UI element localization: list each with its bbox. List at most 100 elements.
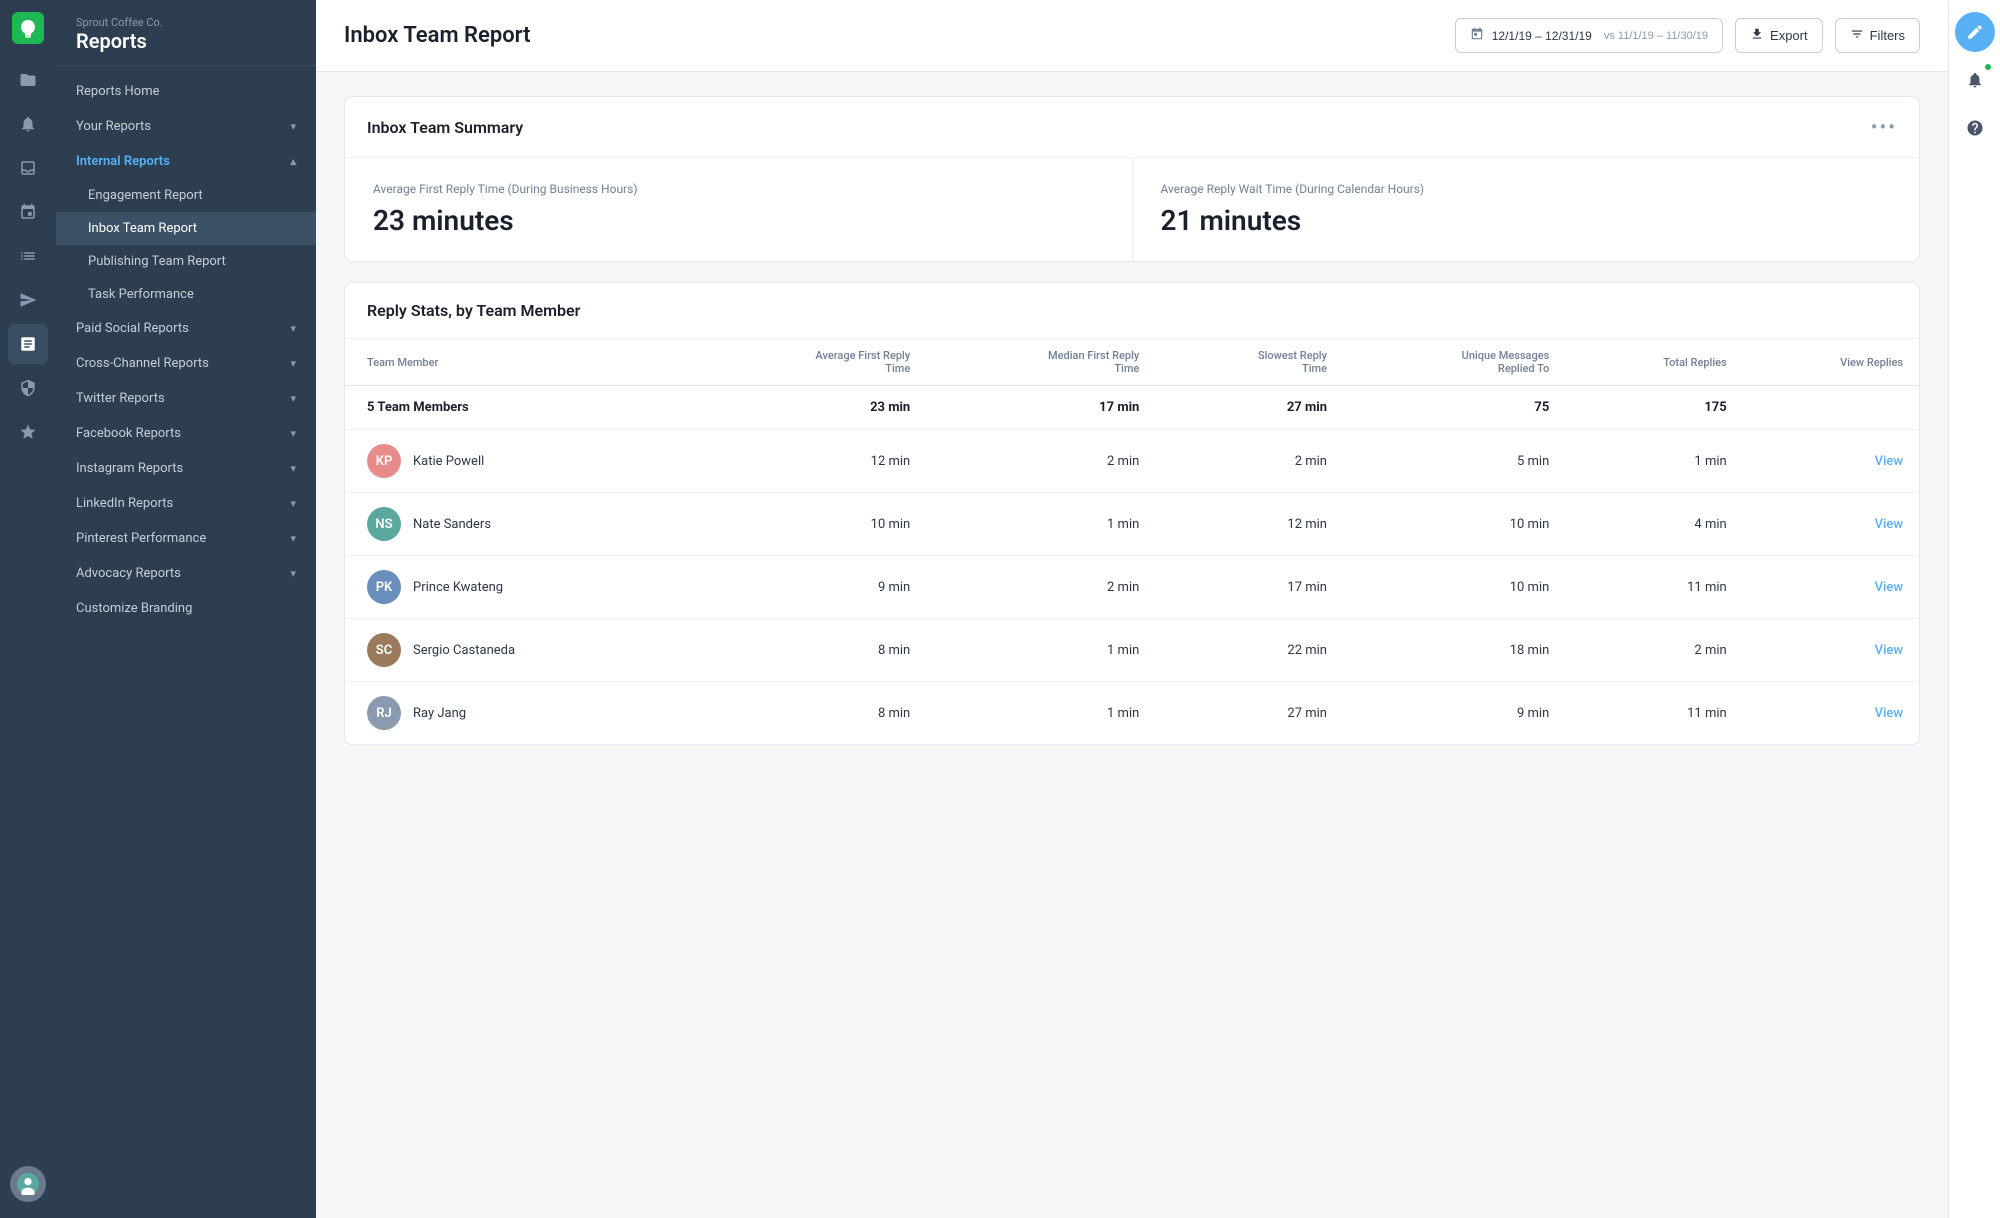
rail-nav-icon-badge[interactable] <box>8 368 48 408</box>
sidebar-item-inbox-team-report[interactable]: Inbox Team Report <box>56 212 316 245</box>
total-median-first-reply: 17 min <box>926 386 1155 430</box>
rail-nav-icon-reports[interactable] <box>8 324 48 364</box>
rail-bottom <box>10 1166 46 1202</box>
table-row: NS Nate Sanders 10 min 1 min 12 min 10 m… <box>345 493 1919 556</box>
export-icon <box>1750 27 1764 44</box>
total-avg-first-reply: 23 min <box>691 386 927 430</box>
compose-button[interactable] <box>1955 12 1995 52</box>
total-replies-0: 1 min <box>1565 430 1742 493</box>
help-button[interactable] <box>1955 108 1995 148</box>
sidebar-header: Sprout Coffee Co. Reports <box>56 0 316 66</box>
sidebar-item-reports-home[interactable]: Reports Home <box>56 74 316 109</box>
sidebar-item-twitter-reports[interactable]: Twitter Reports ▾ <box>56 381 316 416</box>
table-row: KP Katie Powell 12 min 2 min 2 min 5 min… <box>345 430 1919 493</box>
member-avatar-1: NS <box>367 507 401 541</box>
sidebar-item-your-reports[interactable]: Your Reports ▾ <box>56 109 316 144</box>
metric-label-0: Average First Reply Time (During Busines… <box>373 182 1104 196</box>
sidebar-item-cross-channel-reports[interactable]: Cross-Channel Reports ▾ <box>56 346 316 381</box>
rail-nav-icon-send[interactable] <box>8 280 48 320</box>
avg-first-reply-1: 10 min <box>691 493 927 556</box>
rail-nav-icon-folder[interactable] <box>8 60 48 100</box>
sidebar-nav: Reports Home Your Reports ▾ Internal Rep… <box>56 66 316 634</box>
metrics-row: Average First Reply Time (During Busines… <box>345 158 1919 261</box>
linkedin-reports-label: LinkedIn Reports <box>76 496 173 511</box>
view-replies-4[interactable]: View <box>1743 682 1919 745</box>
filters-label: Filters <box>1870 28 1905 43</box>
sidebar-item-instagram-reports[interactable]: Instagram Reports ▾ <box>56 451 316 486</box>
view-replies-0[interactable]: View <box>1743 430 1919 493</box>
customize-branding-label: Customize Branding <box>76 601 192 616</box>
view-replies-1[interactable]: View <box>1743 493 1919 556</box>
median-first-reply-4: 1 min <box>926 682 1155 745</box>
chevron-down-icon-twitter: ▾ <box>290 392 296 405</box>
sidebar-item-linkedin-reports[interactable]: LinkedIn Reports ▾ <box>56 486 316 521</box>
rail-nav-icon-list[interactable] <box>8 236 48 276</box>
reply-stats-header: Reply Stats, by Team Member <box>345 283 1919 339</box>
app-logo <box>12 12 44 44</box>
date-range-button[interactable]: 12/1/19 – 12/31/19 vs 11/1/19 – 11/30/19 <box>1455 18 1723 53</box>
filters-button[interactable]: Filters <box>1835 18 1920 53</box>
sidebar-item-internal-reports[interactable]: Internal Reports ▴ <box>56 144 316 179</box>
export-button[interactable]: Export <box>1735 18 1823 53</box>
median-first-reply-2: 2 min <box>926 556 1155 619</box>
chevron-down-icon-instagram: ▾ <box>290 462 296 475</box>
sidebar-item-customize-branding[interactable]: Customize Branding <box>56 591 316 626</box>
sidebar-item-publishing-team-report[interactable]: Publishing Team Report <box>56 245 316 278</box>
twitter-reports-label: Twitter Reports <box>76 391 165 406</box>
col-avg-first-reply: Average First ReplyTime <box>691 339 927 386</box>
page-title: Inbox Team Report <box>344 23 531 48</box>
main-header: Inbox Team Report 12/1/19 – 12/31/19 vs … <box>316 0 1948 72</box>
your-reports-label: Your Reports <box>76 119 151 134</box>
metric-value-1: 21 minutes <box>1161 204 1892 237</box>
total-view <box>1743 386 1919 430</box>
header-controls: 12/1/19 – 12/31/19 vs 11/1/19 – 11/30/19… <box>1455 18 1920 53</box>
rail-nav-icon-inbox[interactable] <box>8 148 48 188</box>
summary-card-menu[interactable]: ••• <box>1871 115 1897 139</box>
avg-first-reply-4: 8 min <box>691 682 927 745</box>
sidebar-item-engagement-report[interactable]: Engagement Report <box>56 179 316 212</box>
median-first-reply-1: 1 min <box>926 493 1155 556</box>
view-replies-3[interactable]: View <box>1743 619 1919 682</box>
metric-box-0: Average First Reply Time (During Busines… <box>345 158 1133 261</box>
company-name: Sprout Coffee Co. <box>76 16 296 29</box>
avg-first-reply-2: 9 min <box>691 556 927 619</box>
rail-nav-icon-star[interactable] <box>8 412 48 452</box>
sidebar-item-pinterest-performance[interactable]: Pinterest Performance ▾ <box>56 521 316 556</box>
right-rail <box>1948 0 2000 1218</box>
col-slowest-reply: Slowest ReplyTime <box>1155 339 1343 386</box>
sidebar: Sprout Coffee Co. Reports Reports Home Y… <box>56 0 316 1218</box>
notifications-button[interactable] <box>1955 60 1995 100</box>
reports-home-label: Reports Home <box>76 84 160 99</box>
engagement-report-label: Engagement Report <box>88 188 203 203</box>
inbox-team-report-label: Inbox Team Report <box>88 221 197 236</box>
summary-card-header: Inbox Team Summary ••• <box>345 97 1919 158</box>
rail-nav-icon-notifications[interactable] <box>8 104 48 144</box>
member-name-2: Prince Kwateng <box>413 580 503 595</box>
main-content: Inbox Team Report 12/1/19 – 12/31/19 vs … <box>316 0 1948 1218</box>
sidebar-item-task-performance[interactable]: Task Performance <box>56 278 316 311</box>
total-replies-2: 11 min <box>1565 556 1742 619</box>
slowest-reply-3: 22 min <box>1155 619 1343 682</box>
reply-stats-table-section: Team Member Average First ReplyTime Medi… <box>345 339 1919 744</box>
user-avatar-small[interactable] <box>10 1166 46 1202</box>
total-unique-messages: 75 <box>1343 386 1565 430</box>
cross-channel-reports-label: Cross-Channel Reports <box>76 356 209 371</box>
sidebar-item-paid-social-reports[interactable]: Paid Social Reports ▾ <box>56 311 316 346</box>
median-first-reply-0: 2 min <box>926 430 1155 493</box>
col-median-first-reply: Median First ReplyTime <box>926 339 1155 386</box>
member-cell-1: NS Nate Sanders <box>345 493 691 556</box>
sidebar-item-advocacy-reports[interactable]: Advocacy Reports ▾ <box>56 556 316 591</box>
member-cell-2: PK Prince Kwateng <box>345 556 691 619</box>
filters-icon <box>1850 27 1864 44</box>
rail-nav-icon-pin[interactable] <box>8 192 48 232</box>
advocacy-reports-label: Advocacy Reports <box>76 566 181 581</box>
table-row: PK Prince Kwateng 9 min 2 min 17 min 10 … <box>345 556 1919 619</box>
chevron-down-icon-linkedin: ▾ <box>290 497 296 510</box>
unique-messages-4: 9 min <box>1343 682 1565 745</box>
col-view-replies: View Replies <box>1743 339 1919 386</box>
view-replies-2[interactable]: View <box>1743 556 1919 619</box>
metric-box-1: Average Reply Wait Time (During Calendar… <box>1133 158 1920 261</box>
metric-value-0: 23 minutes <box>373 204 1104 237</box>
sidebar-item-facebook-reports[interactable]: Facebook Reports ▾ <box>56 416 316 451</box>
member-avatar-2: PK <box>367 570 401 604</box>
